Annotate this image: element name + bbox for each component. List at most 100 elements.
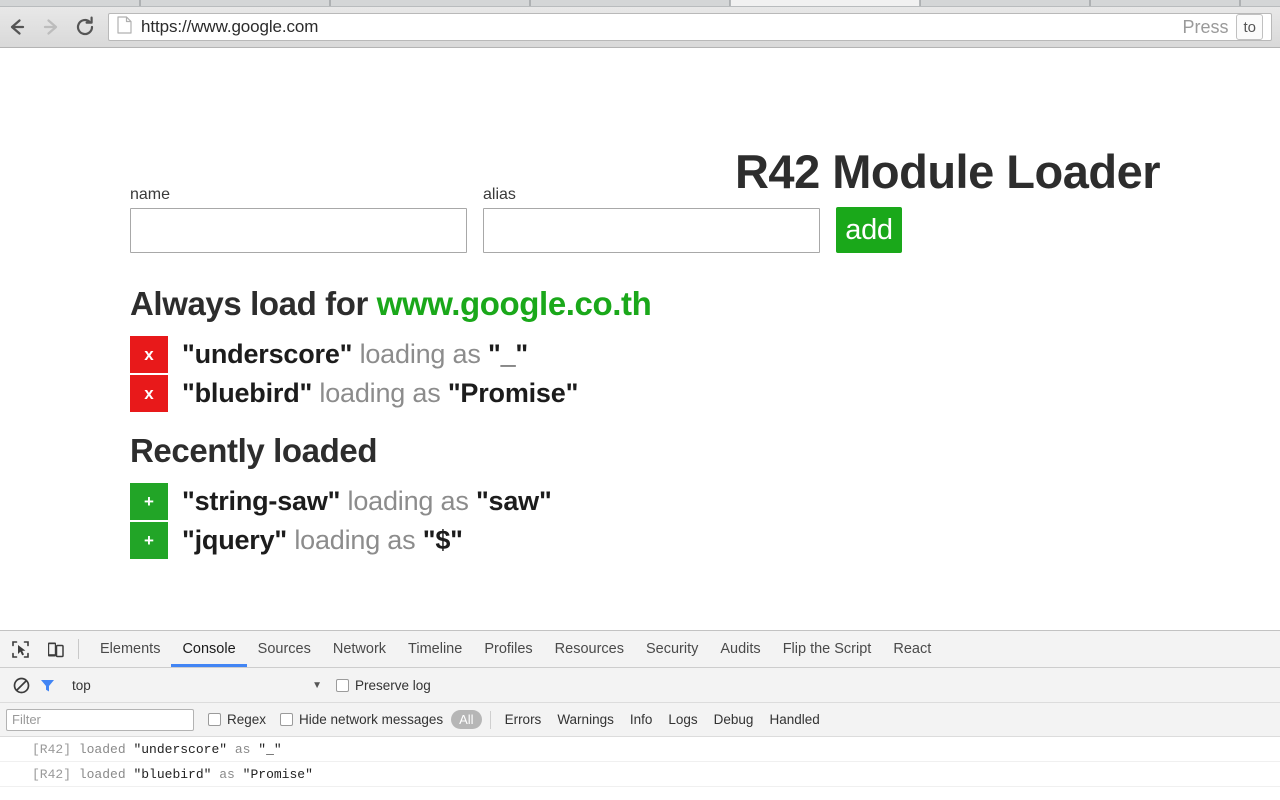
list-item: x "underscore" loading as "_" <box>130 336 578 373</box>
back-arrow-icon[interactable] <box>0 11 34 43</box>
browser-tab[interactable] <box>530 0 730 6</box>
name-input[interactable] <box>130 208 467 253</box>
name-label: name <box>130 186 171 203</box>
tab-sources[interactable]: Sources <box>247 631 322 667</box>
browser-tab[interactable] <box>330 0 530 6</box>
console-message: [R42] loaded "underscore" as "_" <box>0 737 1280 762</box>
alias-input[interactable] <box>483 208 820 253</box>
module-description: "jquery" loading as "$" <box>182 525 463 556</box>
page-content: R42 Module Loader name alias add Always … <box>0 48 1280 630</box>
console-message-as: as <box>211 767 243 782</box>
tab-profiles[interactable]: Profiles <box>473 631 543 667</box>
module-alias: "$" <box>422 525 463 555</box>
filter-funnel-icon[interactable] <box>34 672 60 698</box>
module-description: "bluebird" loading as "Promise" <box>182 378 578 409</box>
browser-tab[interactable] <box>1240 0 1280 6</box>
module-alias: "saw" <box>475 486 552 516</box>
tab-console[interactable]: Console <box>171 631 246 667</box>
module-alias: "Promise" <box>447 378 579 408</box>
toolbar-divider <box>78 639 79 659</box>
remove-module-button[interactable]: x <box>130 336 168 373</box>
reload-icon[interactable] <box>68 11 102 43</box>
level-filter-info[interactable]: Info <box>622 712 661 727</box>
tab-network[interactable]: Network <box>322 631 397 667</box>
alias-label: alias <box>483 186 516 203</box>
tab-flip-the-script[interactable]: Flip the Script <box>772 631 883 667</box>
browser-toolbar: https://www.google.com Press to <box>0 7 1280 47</box>
module-name: "underscore" <box>182 339 353 369</box>
hide-network-messages-checkbox[interactable]: Hide network messages <box>280 712 443 727</box>
alias-field-group: alias <box>483 187 820 253</box>
console-message-list[interactable]: [R42] loaded "underscore" as "_" [R42] l… <box>0 737 1280 800</box>
level-filter-handled[interactable]: Handled <box>761 712 827 727</box>
checkbox-box <box>336 678 349 692</box>
tab-security[interactable]: Security <box>635 631 709 667</box>
module-name: "bluebird" <box>182 378 313 408</box>
module-verb: loading as <box>352 339 488 369</box>
module-alias: "_" <box>487 339 528 369</box>
list-item: x "bluebird" loading as "Promise" <box>130 375 578 412</box>
console-context-select[interactable]: top ▼ <box>72 678 322 693</box>
level-filter-errors[interactable]: Errors <box>497 712 550 727</box>
recently-loaded-heading: Recently loaded <box>130 432 378 469</box>
tab-resources[interactable]: Resources <box>544 631 635 667</box>
checkbox-box <box>208 713 221 726</box>
regex-checkbox[interactable]: Regex <box>208 712 266 727</box>
devtools-panel: Elements Console Sources Network Timelin… <box>0 630 1280 800</box>
hide-network-messages-label: Hide network messages <box>299 712 444 727</box>
tab-react[interactable]: React <box>882 631 942 667</box>
console-message-verb: loaded <box>71 742 134 757</box>
browser-tab[interactable] <box>140 0 330 6</box>
console-message-tag: [R42] <box>32 742 72 757</box>
url-text: https://www.google.com <box>141 17 319 36</box>
add-module-form: name alias add <box>130 187 902 253</box>
console-message-tag: [R42] <box>32 767 72 782</box>
browser-tab-active[interactable] <box>730 0 920 6</box>
browser-tab[interactable] <box>1090 0 1240 6</box>
press-label: Press <box>1182 16 1229 37</box>
list-item: + "jquery" loading as "$" <box>130 522 552 559</box>
add-module-row-button[interactable]: + <box>130 483 168 520</box>
module-description: "underscore" loading as "_" <box>182 339 528 370</box>
console-filter-row: Regex Hide network messages All Errors W… <box>0 703 1280 737</box>
preserve-log-checkbox[interactable]: Preserve log <box>336 678 431 693</box>
level-filter-warnings[interactable]: Warnings <box>549 712 622 727</box>
module-verb: loading as <box>312 378 448 408</box>
checkbox-box <box>280 713 294 726</box>
module-verb: loading as <box>340 486 476 516</box>
browser-tabstrip[interactable] <box>0 0 1280 7</box>
always-load-heading: Always load for www.google.co.th <box>130 285 652 323</box>
module-name: "jquery" <box>182 525 288 555</box>
level-filter-debug[interactable]: Debug <box>706 712 762 727</box>
console-message-name: "underscore" <box>133 742 228 757</box>
remove-module-button[interactable]: x <box>130 375 168 412</box>
url-bar[interactable]: https://www.google.com Press to <box>108 13 1272 41</box>
clear-console-icon[interactable] <box>8 672 34 698</box>
regex-label: Regex <box>227 712 267 727</box>
add-button[interactable]: add <box>836 207 902 253</box>
tab-audits[interactable]: Audits <box>709 631 771 667</box>
level-divider <box>489 710 491 729</box>
preserve-log-label: Preserve log <box>355 677 431 693</box>
tab-timeline[interactable]: Timeline <box>397 631 473 667</box>
add-module-row-button[interactable]: + <box>130 522 168 559</box>
chevron-down-icon: ▼ <box>312 679 322 691</box>
console-message: [R42] loaded "bluebird" as "Promise" <box>0 762 1280 787</box>
document-icon <box>117 15 132 39</box>
devtools-tabbar: Elements Console Sources Network Timelin… <box>0 631 1280 668</box>
device-toolbar-icon[interactable] <box>40 634 70 664</box>
console-message-name: "bluebird" <box>133 767 212 782</box>
tab-elements[interactable]: Elements <box>89 631 171 667</box>
console-message-alias: "_" <box>258 742 282 757</box>
browser-tab[interactable] <box>0 0 140 6</box>
console-message-alias: "Promise" <box>242 767 313 782</box>
recently-loaded-list: + "string-saw" loading as "saw" + "jquer… <box>130 483 552 561</box>
name-field-group: name <box>130 187 467 253</box>
browser-chrome: https://www.google.com Press to <box>0 0 1280 48</box>
inspect-element-icon[interactable] <box>5 634 35 664</box>
level-filter-all[interactable]: All <box>451 710 482 729</box>
browser-tab[interactable] <box>920 0 1090 6</box>
filter-input[interactable] <box>6 708 194 731</box>
always-load-list: x "underscore" loading as "_" x "bluebir… <box>130 336 578 414</box>
level-filter-logs[interactable]: Logs <box>660 712 705 727</box>
